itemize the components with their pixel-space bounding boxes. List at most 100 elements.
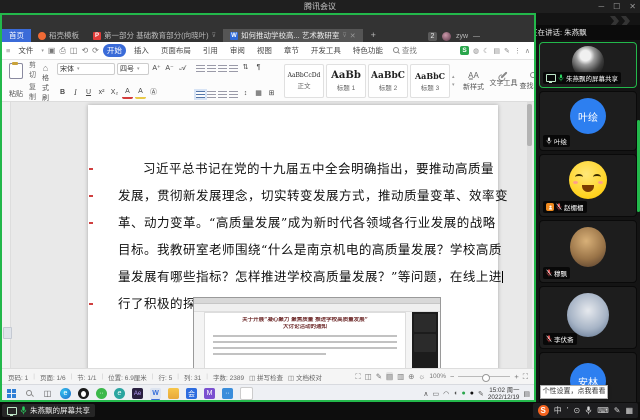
menu-review[interactable]: 审阅 <box>226 44 249 57</box>
menu-devtools[interactable]: 开发工具 <box>307 44 345 57</box>
taskbar-clock[interactable]: 15:02 周一 2022/12/19 <box>488 387 520 401</box>
bold-button[interactable]: B <box>57 88 68 98</box>
text-tool-button[interactable]: 文字工具 <box>489 62 519 100</box>
number-list-icon[interactable] <box>207 65 216 72</box>
page-view-icon[interactable]: ▤ <box>386 372 393 381</box>
cut-button[interactable]: 剪切 <box>29 60 36 80</box>
tray-green-icon[interactable]: ● <box>462 390 466 397</box>
ime-voice-icon[interactable] <box>585 406 592 415</box>
outline-view-icon[interactable]: ▥ <box>397 372 404 381</box>
night-mode-icon[interactable]: ☾ <box>483 47 489 55</box>
font-size-select[interactable]: 四号▾ <box>117 63 149 75</box>
wps-member-icon[interactable]: S <box>460 46 469 55</box>
paste-button[interactable]: 粘贴 <box>6 62 26 100</box>
line-spacing-icon[interactable]: ↕ <box>240 89 251 99</box>
app-icon[interactable]: M <box>204 388 215 399</box>
menu-file[interactable]: 文件 <box>14 44 37 57</box>
style-heading2[interactable]: AaBbC 标题 2 <box>368 64 408 98</box>
decrease-indent-icon[interactable] <box>218 65 227 72</box>
ime-toolbox-icon[interactable]: ▦ <box>625 406 633 415</box>
align-left-icon[interactable] <box>196 91 205 98</box>
format-painter-button[interactable]: ⌂ 格式刷 <box>39 62 52 100</box>
taskbar-search-icon[interactable] <box>24 388 35 399</box>
ime-skin-icon[interactable]: ✎ <box>614 406 621 415</box>
tab-document-1[interactable]: P 第一部分 基础教育部分(向晓叶) ⊽ <box>86 29 223 42</box>
browser-icon[interactable]: e <box>114 388 125 399</box>
tray-expand-icon[interactable]: ∧ <box>423 390 428 398</box>
style-heading1[interactable]: AaBb 标题 1 <box>326 64 366 98</box>
volume-icon[interactable]: ◖ <box>453 390 457 397</box>
superscript-button[interactable]: x² <box>96 88 107 98</box>
maximize-button[interactable]: ☐ <box>613 0 620 13</box>
spell-check-button[interactable]: ◫ 拼写检查 <box>249 372 283 382</box>
clear-format-button[interactable]: 𝒜 <box>177 64 188 74</box>
save-icon[interactable]: ▣ <box>48 46 56 56</box>
skin-icon[interactable]: ◍ <box>473 47 479 55</box>
underline-button[interactable]: U <box>83 88 94 98</box>
ime-mode-chinese[interactable]: 中 <box>554 405 562 416</box>
style-heading3[interactable]: AaBbC 标题 3 <box>410 64 450 98</box>
font-name-select[interactable]: 宋体▾ <box>57 63 115 75</box>
menu-insert[interactable]: 插入 <box>130 44 153 57</box>
meeting-app-icon[interactable]: 会 <box>186 388 197 399</box>
navigation-strip[interactable] <box>2 102 11 368</box>
qq-icon[interactable] <box>78 388 89 399</box>
session-badge[interactable]: 2 <box>428 32 437 41</box>
doc-scrollbar[interactable] <box>527 102 532 368</box>
tray-qq-icon[interactable]: ● <box>470 390 474 397</box>
menu-page-layout[interactable]: 页面布局 <box>157 44 195 57</box>
fullscreen-view-icon[interactable]: ⛶ <box>355 372 360 382</box>
menu-start[interactable]: 开始 <box>103 44 126 57</box>
tab-templates[interactable]: 稻壳模板 <box>31 29 86 42</box>
edge-icon[interactable]: e <box>60 388 71 399</box>
bullet-list-icon[interactable] <box>196 65 205 72</box>
video-tile[interactable]: 穆飘 <box>539 220 637 283</box>
zoom-in-button[interactable]: + <box>514 372 518 381</box>
task-view-icon[interactable]: ◫ <box>42 388 53 399</box>
shrink-font-button[interactable]: A⁻ <box>164 64 175 74</box>
minimize-button[interactable]: ─ <box>598 0 604 13</box>
font-color-button[interactable]: A <box>122 87 133 99</box>
video-tile-host[interactable]: 赵楣楣 <box>539 154 637 217</box>
after-effects-icon[interactable]: Ae <box>132 388 143 399</box>
copy-button[interactable]: 复制 <box>29 82 36 102</box>
ime-punct-icon[interactable]: ’ <box>567 406 569 415</box>
shading-icon[interactable]: ▦ <box>253 89 264 99</box>
doc-check-button[interactable]: ◫ 文档校对 <box>288 372 322 382</box>
web-view-icon[interactable]: ⊕ <box>408 372 414 381</box>
undo-icon[interactable]: ⟲ <box>81 46 88 56</box>
more-icon[interactable]: ⋮ <box>514 47 521 55</box>
pin-icon[interactable]: ⊽ <box>212 32 216 39</box>
notes-app-icon[interactable] <box>240 387 253 400</box>
fit-page-icon[interactable]: ⛶ <box>523 372 528 382</box>
wps-word-icon[interactable]: W <box>150 388 161 399</box>
pin-icon[interactable]: ⊽ <box>342 32 346 39</box>
wechat-icon[interactable]: ·· <box>96 388 107 399</box>
hamburger-icon[interactable]: ≡ <box>6 46 10 55</box>
file-explorer-icon[interactable] <box>168 388 179 399</box>
app-icon[interactable]: ·· <box>222 388 233 399</box>
note-icon[interactable]: ▤ <box>493 47 500 55</box>
close-button[interactable]: ✕ <box>629 0 636 13</box>
tab-close-icon[interactable]: ✕ <box>350 32 356 40</box>
document-page[interactable]: 习近平总书记在党的十九届五中全会明确指出，要推动高质量 发展，贯彻新发展理念，切… <box>88 105 498 368</box>
tray-pen-icon[interactable]: ✎ <box>478 390 484 398</box>
start-button[interactable] <box>6 388 17 399</box>
styles-up-icon[interactable]: ▴ <box>452 74 455 80</box>
video-tile[interactable]: 叶绘 叶绘 <box>539 91 637 151</box>
status-word-count[interactable]: 字数: 2389 <box>213 372 244 382</box>
menu-reference[interactable]: 引用 <box>199 44 222 57</box>
eye-protect-icon[interactable]: ☼ <box>418 372 425 381</box>
tab-document-2[interactable]: W 如何推动学校高... 艺术教研室 ⊽ ✕ <box>223 29 363 42</box>
align-right-icon[interactable] <box>218 91 227 98</box>
notification-icon[interactable]: ▤ <box>523 390 530 398</box>
increase-indent-icon[interactable] <box>229 65 238 72</box>
new-tab-button[interactable]: + <box>363 29 384 42</box>
char-shading-button[interactable]: Ⓐ <box>148 88 159 98</box>
ime-emoji-icon[interactable]: ⊙ <box>573 406 580 415</box>
styles-down-icon[interactable]: ▾ <box>452 82 455 88</box>
account-avatar[interactable] <box>442 32 451 41</box>
pen-view-icon[interactable]: ✎ <box>376 372 382 381</box>
preview-icon[interactable]: ◫ <box>70 46 78 56</box>
account-name[interactable]: zyw <box>456 33 468 40</box>
